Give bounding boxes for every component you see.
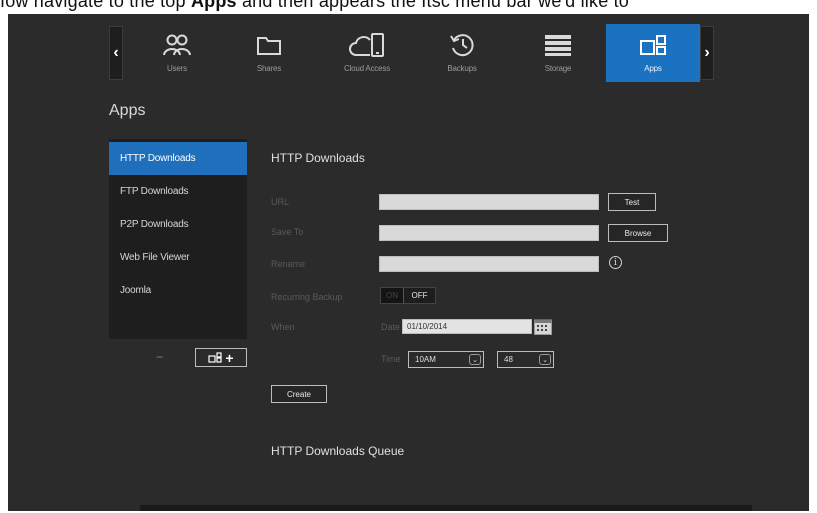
storage-icon — [543, 30, 573, 60]
nav-item-cloud-access[interactable]: Cloud Access — [320, 24, 414, 82]
folder-icon — [256, 30, 282, 60]
info-icon[interactable]: i — [609, 256, 622, 269]
sidebar-item-p2p-downloads[interactable]: P2P Downloads — [109, 208, 247, 241]
page-title: Apps — [109, 102, 146, 119]
date-label: Date — [381, 322, 401, 332]
apps-icon — [639, 30, 667, 60]
nav-label-apps: Apps — [644, 64, 662, 73]
nav-prev-arrow[interactable]: ‹ — [109, 26, 123, 80]
nav-item-users[interactable]: Users — [130, 24, 224, 82]
when-label: When — [271, 322, 295, 332]
history-icon — [448, 30, 476, 60]
remove-app-button[interactable]: − — [141, 350, 163, 364]
sidebar-item-http-downloads[interactable]: HTTP Downloads — [109, 142, 247, 175]
sidebar-item-web-file-viewer[interactable]: Web File Viewer — [109, 241, 247, 274]
test-button[interactable]: Test — [608, 193, 656, 211]
cloud-device-icon — [348, 30, 386, 60]
chevron-down-icon: ⌄ — [469, 354, 481, 365]
recurring-backup-toggle[interactable]: ON OFF — [380, 287, 436, 304]
nav-item-apps[interactable]: Apps — [606, 24, 700, 82]
add-app-label: + — [225, 349, 234, 366]
browse-button[interactable]: Browse — [608, 224, 668, 242]
toggle-off-label: OFF — [403, 288, 435, 303]
recurring-backup-label: Recurring Backup — [271, 292, 343, 302]
nav-item-backups[interactable]: Backups — [415, 24, 509, 82]
save-to-input[interactable] — [379, 225, 599, 241]
sidebar-item-ftp-downloads[interactable]: FTP Downloads — [109, 175, 247, 208]
caption-bold: Apps — [190, 0, 237, 11]
top-nav: ‹ Users Shares Cloud Access Backups Stor… — [108, 24, 716, 82]
sidebar-item-joomla[interactable]: Joomla — [109, 274, 247, 307]
queue-table-edge — [140, 505, 752, 511]
nav-next-arrow[interactable]: › — [700, 26, 714, 80]
date-input[interactable]: 01/10/2014 — [402, 319, 532, 334]
hour-value: 10AM — [415, 355, 436, 364]
calendar-icon[interactable] — [534, 318, 552, 335]
nav-label-storage: Storage — [544, 64, 572, 73]
queue-title: HTTP Downloads Queue — [271, 444, 405, 458]
caption-post: and then appears the Itsc menu bar we'd … — [241, 0, 630, 11]
caption-pre: Iow navigate to the top — [0, 0, 186, 11]
hour-select[interactable]: 10AM ⌄ — [408, 351, 484, 368]
app-window: ‹ Users Shares Cloud Access Backups Stor… — [8, 14, 809, 511]
toggle-on-label: ON — [381, 288, 403, 303]
time-label: Time — [381, 354, 401, 364]
apps-sidebar: HTTP Downloads FTP Downloads P2P Downloa… — [109, 139, 247, 339]
minute-value: 48 — [504, 355, 513, 364]
caption-strip: Iow navigate to the top Apps and then ap… — [0, 0, 817, 14]
url-input[interactable] — [379, 194, 599, 210]
apps-icon — [208, 352, 223, 363]
save-to-label: Save To — [271, 227, 304, 237]
nav-label-users: Users — [167, 64, 187, 73]
remove-app-label: − — [155, 350, 163, 364]
url-label: URL — [271, 197, 290, 207]
nav-label-backups: Backups — [447, 64, 477, 73]
nav-item-storage[interactable]: Storage — [511, 24, 605, 82]
users-icon — [162, 30, 192, 60]
add-app-button[interactable]: + — [195, 348, 247, 367]
rename-input[interactable] — [379, 256, 599, 272]
rename-label: Rename — [271, 259, 306, 269]
create-button[interactable]: Create — [271, 385, 327, 403]
nav-label-cloud-access: Cloud Access — [343, 64, 391, 73]
minute-select[interactable]: 48 ⌄ — [497, 351, 554, 368]
nav-item-shares[interactable]: Shares — [222, 24, 316, 82]
nav-label-shares: Shares — [256, 64, 282, 73]
chevron-down-icon: ⌄ — [539, 354, 551, 365]
section-title: HTTP Downloads — [271, 151, 365, 165]
